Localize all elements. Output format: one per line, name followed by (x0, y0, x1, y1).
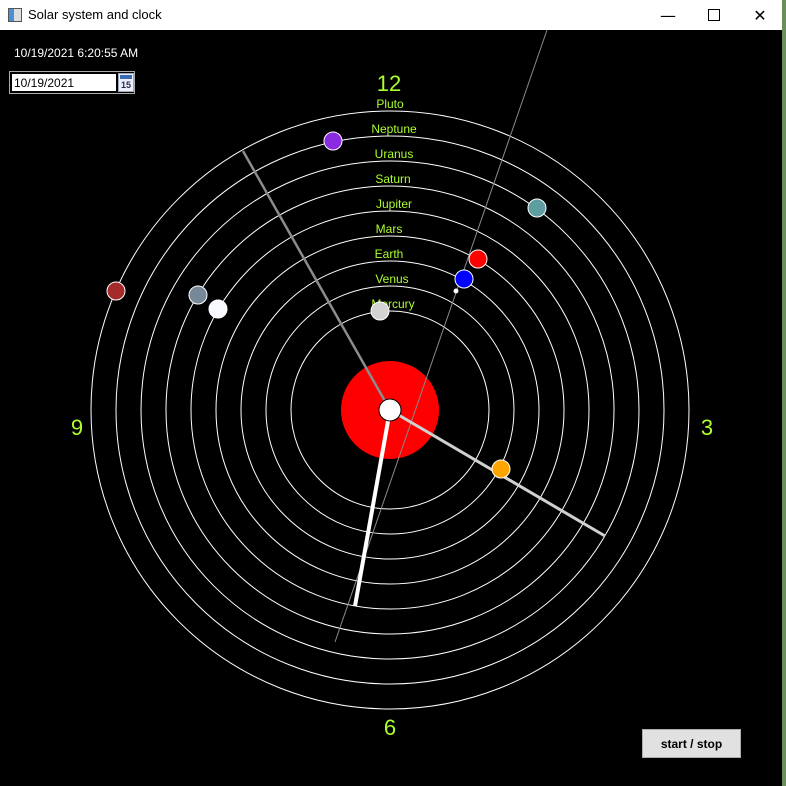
orbit-label-earth: Earth (375, 247, 404, 261)
maximize-button[interactable] (691, 0, 737, 30)
orbit-label-jupiter: Jupiter (376, 197, 412, 211)
minute-hand (241, 150, 392, 411)
clock-number-6: 6 (384, 715, 396, 740)
minimize-icon: — (660, 5, 676, 25)
planet-mercury (370, 301, 390, 321)
planet-pluto (106, 281, 126, 301)
close-icon: ✕ (753, 5, 767, 25)
close-button[interactable]: ✕ (737, 0, 783, 30)
planet-jupiter (208, 299, 228, 319)
minimize-button[interactable]: — (645, 0, 691, 30)
orbit-label-saturn: Saturn (375, 172, 410, 186)
orbit-label-venus: Venus (375, 272, 408, 286)
app-icon (8, 8, 22, 22)
clock-number-3: 3 (701, 415, 713, 440)
app-window: Solar system and clock — ✕ 10/19/2021 6:… (0, 0, 782, 786)
orbit-label-pluto: Pluto (376, 97, 404, 111)
planet-saturn (188, 285, 208, 305)
clock-number-9: 9 (71, 415, 83, 440)
moon (453, 288, 459, 294)
solar-clock-canvas: Pluto Neptune Uranus Saturn Jupiter Mars… (71, 30, 713, 740)
title-bar: Solar system and clock — ✕ (0, 0, 782, 30)
planet-mars (468, 249, 488, 269)
maximize-icon (708, 9, 720, 21)
background-window-edge (782, 0, 786, 786)
planet-neptune (323, 131, 343, 151)
clock-number-12: 12 (377, 71, 401, 96)
orbit-label-mars: Mars (376, 222, 403, 236)
start-stop-button[interactable]: start / stop (642, 729, 741, 758)
window-title: Solar system and clock (28, 7, 162, 22)
orbit-label-uranus: Uranus (375, 147, 414, 161)
center-hub (378, 398, 402, 422)
planet-uranus (527, 198, 547, 218)
orbit-label-neptune: Neptune (371, 122, 417, 136)
planet-venus (491, 459, 511, 479)
planet-earth (454, 269, 474, 289)
